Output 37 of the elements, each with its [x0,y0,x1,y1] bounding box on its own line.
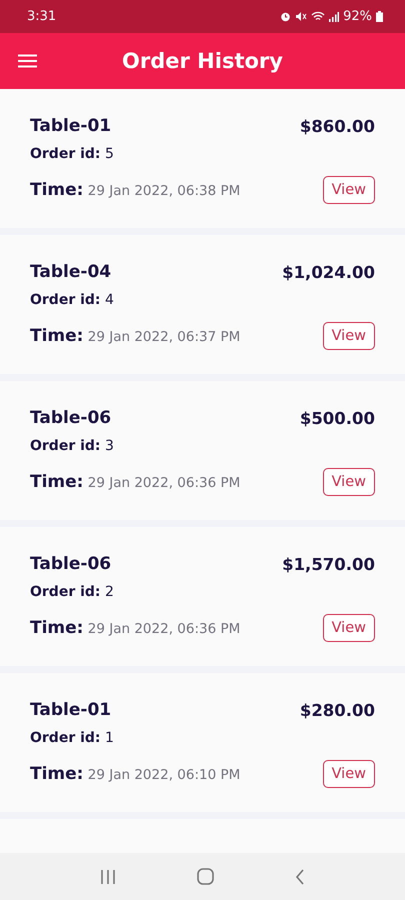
recent-apps-icon[interactable] [100,870,116,884]
signal-icon [329,12,340,22]
menu-icon[interactable] [18,54,37,68]
order-amount: $280.00 [300,700,375,720]
table-name: Table-06 [30,554,112,574]
table-name: Table-06 [30,408,112,428]
home-icon[interactable] [196,868,214,885]
view-button[interactable]: View [322,760,375,788]
order-id: Order id: 2 [30,584,114,600]
page-title: Order History [122,49,283,73]
order-id: Order id: 1 [30,730,114,746]
view-button[interactable]: View [322,614,375,642]
order-time: Time: 29 Jan 2022, 06:38 PM [30,180,240,200]
order-time: Time: 29 Jan 2022, 06:37 PM [30,326,240,346]
alarm-icon [280,11,292,22]
mute-icon [295,11,308,22]
status-time: 3:31 [27,9,58,24]
table-name: Table-01 [30,700,112,720]
order-amount: $1,024.00 [282,262,375,282]
order-time: Time: 29 Jan 2022, 06:36 PM [30,618,240,638]
order-id: Order id: 5 [30,146,114,162]
view-button[interactable]: View [322,176,375,204]
order-time: Time: 29 Jan 2022, 06:36 PM [30,472,240,492]
order-id: Order id: 4 [30,292,114,308]
back-icon[interactable] [294,868,305,884]
table-name: Table-04 [30,262,112,282]
table-name: Table-01 [30,116,112,136]
order-amount: $860.00 [300,116,375,136]
battery-icon [376,11,383,22]
battery-level: 92% [343,9,372,24]
order-amount: $1,570.00 [282,554,375,574]
view-button[interactable]: View [322,322,375,350]
order-time: Time: 29 Jan 2022, 06:10 PM [30,764,240,784]
view-button[interactable]: View [322,468,375,496]
order-id: Order id: 3 [30,438,114,454]
wifi-icon [311,11,326,22]
order-amount: $500.00 [300,408,375,428]
